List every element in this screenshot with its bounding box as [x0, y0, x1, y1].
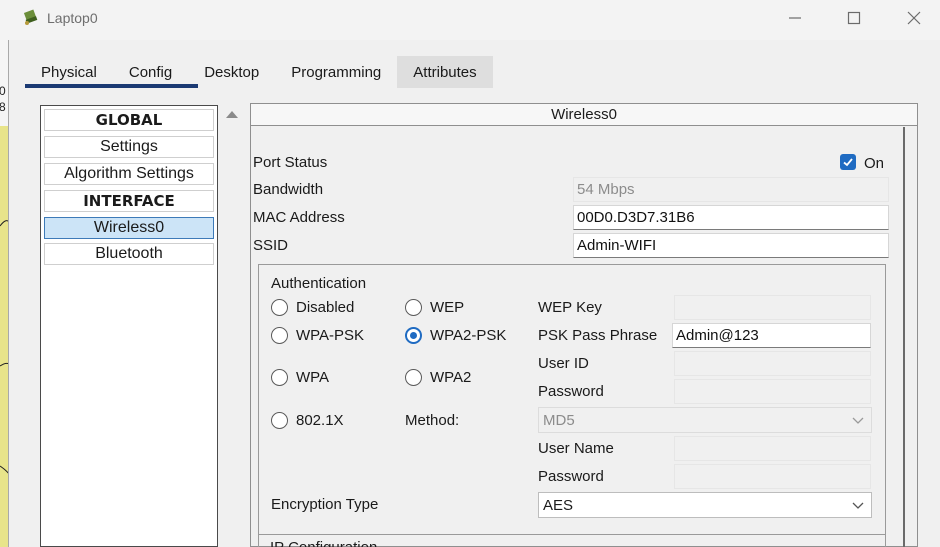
psk-pass-phrase-field[interactable]: Admin@123 [672, 323, 871, 348]
sidebar-item-wireless0[interactable]: Wireless0 [44, 217, 214, 239]
user-id-field [674, 351, 871, 376]
port-status-on-label: On [864, 155, 885, 172]
method-label: Method: [405, 412, 460, 429]
tab-attributes[interactable]: Attributes [397, 56, 493, 88]
sidebar-heading-global: GLOBAL [44, 109, 214, 131]
tab-desktop[interactable]: Desktop [188, 56, 275, 88]
ssid-field[interactable]: Admin-WIFI [573, 233, 889, 258]
scroll-up-arrow-icon[interactable] [226, 111, 238, 118]
tab-programming[interactable]: Programming [275, 56, 397, 88]
password-label: Password [538, 383, 604, 400]
radio-wep[interactable] [405, 299, 422, 316]
config-sidebar: GLOBAL Settings Algorithm Settings INTER… [40, 105, 218, 547]
laptop-app-icon [23, 9, 38, 25]
bandwidth-field: 54 Mbps [573, 177, 889, 202]
checkmark-icon [843, 158, 853, 167]
ip-configuration-title: IP Configuration [270, 539, 377, 547]
user-name-label: User Name [538, 440, 614, 457]
mac-address-field[interactable]: 00D0.D3D7.31B6 [573, 205, 889, 230]
user-name-field [674, 436, 871, 461]
wep-key-field [674, 295, 871, 320]
chevron-down-icon [852, 502, 864, 509]
radio-disabled[interactable] [271, 299, 288, 316]
radio-wep-label: WEP [430, 299, 465, 316]
port-status-checkbox[interactable] [840, 154, 856, 170]
password2-field [674, 464, 871, 489]
encryption-type-label: Encryption Type [271, 496, 379, 513]
background-glyph: 0 [0, 84, 6, 98]
window-title: Laptop0 [47, 10, 98, 26]
radio-wpa[interactable] [271, 369, 288, 386]
radio-wpa2-label: WPA2 [430, 369, 472, 386]
radio-802-1x[interactable] [271, 412, 288, 429]
close-button[interactable] [900, 6, 928, 30]
background-lines [0, 220, 8, 474]
radio-wpa-psk-label: WPA-PSK [296, 327, 365, 344]
encryption-type-select[interactable]: AES [538, 492, 872, 518]
method-select-value: MD5 [543, 411, 575, 429]
panel-scrollbar[interactable] [903, 127, 905, 547]
radio-disabled-label: Disabled [296, 299, 355, 316]
port-status-label: Port Status [253, 154, 328, 171]
background-glyph: 8 [0, 100, 6, 114]
sidebar-item-settings[interactable]: Settings [44, 136, 214, 158]
bandwidth-label: Bandwidth [253, 181, 324, 198]
mac-address-label: MAC Address [253, 209, 345, 226]
radio-wpa2-psk[interactable] [405, 327, 422, 344]
panel-title: Wireless0 [251, 104, 917, 126]
password-field [674, 379, 871, 404]
maximize-button[interactable] [840, 6, 868, 30]
sidebar-heading-interface: INTERFACE [44, 190, 214, 212]
radio-802-1x-label: 802.1X [296, 412, 344, 429]
ssid-label: SSID [253, 237, 289, 254]
password2-label: Password [538, 468, 604, 485]
radio-wpa2[interactable] [405, 369, 422, 386]
method-select: MD5 [538, 407, 872, 433]
background-window-strip: 0 8 [0, 40, 9, 547]
sidebar-item-bluetooth[interactable]: Bluetooth [44, 243, 214, 265]
radio-wpa-psk[interactable] [271, 327, 288, 344]
active-tab-indicator [25, 84, 198, 88]
title-bar: Laptop0 [0, 0, 940, 40]
radio-wpa-label: WPA [296, 369, 330, 386]
psk-pass-phrase-label: PSK Pass Phrase [538, 327, 658, 344]
sidebar-item-algorithm-settings[interactable]: Algorithm Settings [44, 163, 214, 185]
chevron-down-icon [852, 417, 864, 424]
sidebar-scrollbar[interactable] [222, 105, 242, 547]
maximize-icon [847, 11, 861, 25]
encryption-type-value: AES [543, 496, 574, 514]
minimize-button[interactable] [781, 6, 809, 30]
wep-key-label: WEP Key [538, 299, 602, 316]
authentication-title: Authentication [271, 275, 367, 292]
minimize-icon [789, 17, 801, 19]
radio-wpa2-psk-label: WPA2-PSK [430, 327, 507, 344]
close-icon [907, 11, 921, 25]
user-id-label: User ID [538, 355, 589, 372]
